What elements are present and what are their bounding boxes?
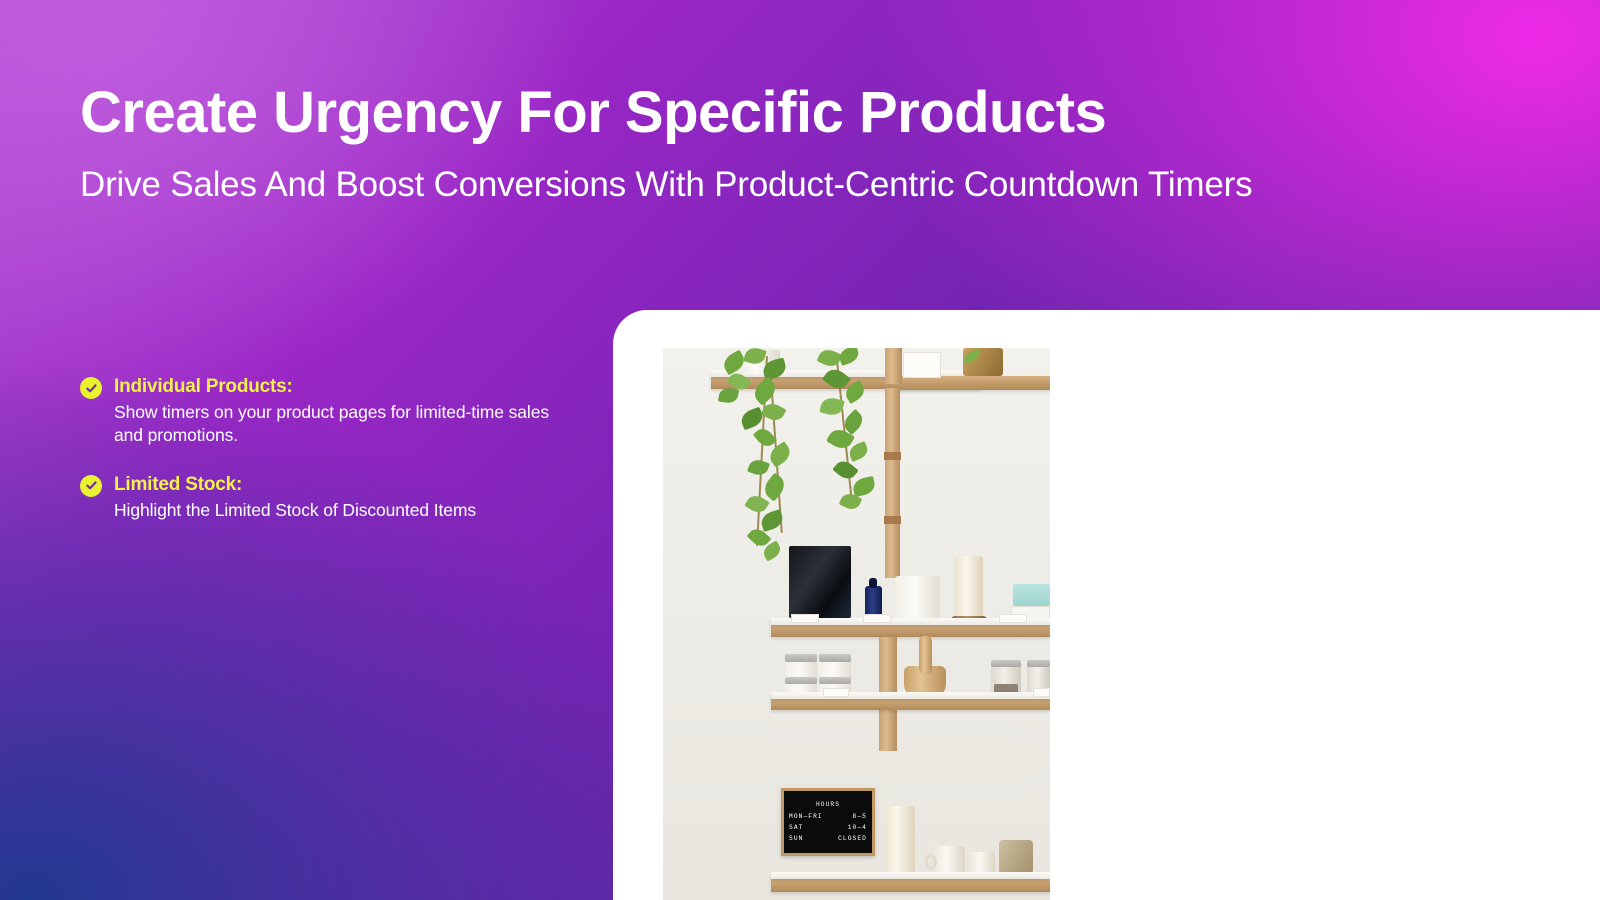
letterboard-row-label: SAT bbox=[789, 824, 804, 831]
feature-title: Individual Products: bbox=[114, 376, 293, 397]
letterboard-row-value: 10—4 bbox=[847, 824, 867, 831]
letterboard-row-value: CLOSED bbox=[838, 835, 867, 843]
feature-list: Individual Products: Show timers on your… bbox=[80, 375, 550, 548]
feature-title: Limited Stock: bbox=[114, 473, 243, 495]
hours-letterboard: HOURS MON—FRI 8—5 SAT 10—4 SUN CLOSED bbox=[781, 788, 875, 856]
check-circle-icon bbox=[80, 474, 102, 497]
list-item: Individual Products: Show timers on your… bbox=[80, 375, 550, 447]
feature-description: Show timers on your product pages for li… bbox=[114, 401, 550, 445]
feature-description: Highlight the Limited Stock of Discounte… bbox=[114, 499, 477, 520]
page-title: Create Urgency For Specific Products bbox=[80, 80, 1107, 145]
hero-copy: Create Urgency For Specific Products Dri… bbox=[80, 80, 1253, 207]
letterboard-row-label: MON—FRI bbox=[789, 812, 823, 820]
list-item: Limited Stock: Highlight the Limited Sto… bbox=[80, 473, 550, 522]
letterboard-row-label: SUN bbox=[789, 835, 804, 843]
letterboard-title: HOURS bbox=[815, 801, 841, 809]
page-subtitle: Drive Sales And Boost Conversions With P… bbox=[80, 165, 1253, 204]
product-image: HOURS MON—FRI 8—5 SAT 10—4 SUN CLOSED bbox=[663, 348, 1050, 900]
product-page-card: HOURS MON—FRI 8—5 SAT 10—4 SUN CLOSED bbox=[613, 310, 1600, 900]
letterboard-row-value: 8—5 bbox=[852, 812, 867, 820]
check-circle-icon bbox=[80, 377, 102, 399]
